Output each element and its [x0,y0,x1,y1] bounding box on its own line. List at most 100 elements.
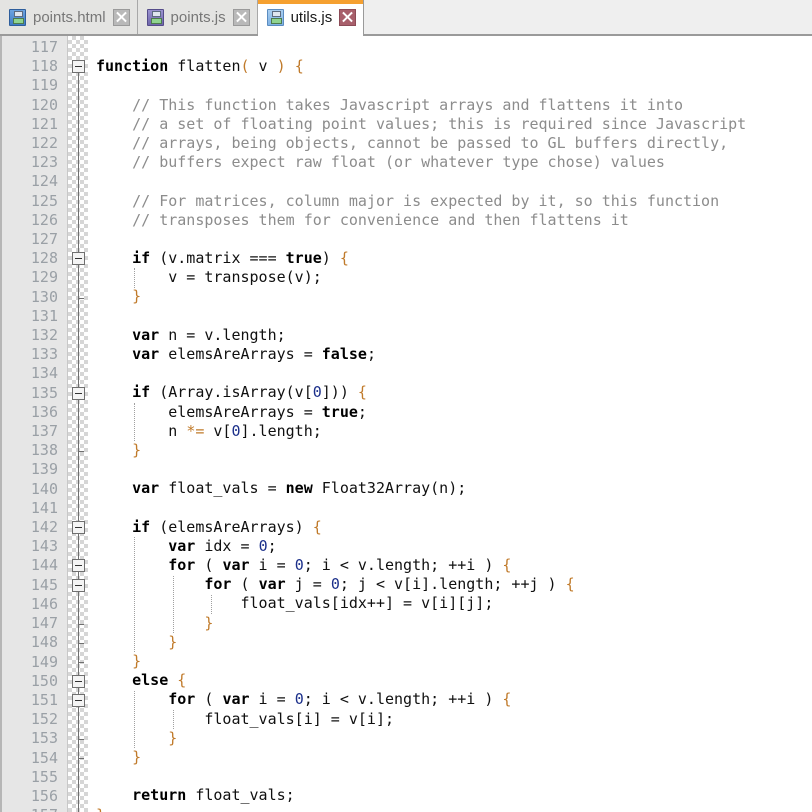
floppy-disk-icon [146,8,164,26]
close-icon[interactable] [112,8,130,26]
code-token: function [96,57,169,76]
code-token: var [132,479,160,498]
fold-end-tick [78,297,84,299]
code-line[interactable]: } [96,729,812,748]
close-icon[interactable] [339,8,357,26]
tab-label: points.js [170,8,226,26]
line-number: 128 [30,249,58,268]
tab-points-html[interactable]: points.html [0,0,138,34]
line-number: 138 [30,441,58,460]
line-number: 143 [30,537,58,556]
code-token: ) [276,57,286,76]
code-line[interactable] [96,38,812,57]
code-line[interactable]: // a set of floating point values; this … [96,115,812,134]
line-number: 145 [30,575,58,594]
code-line[interactable] [96,767,812,786]
code-token: var [132,325,160,344]
code-token: // transposes them for convenience and t… [96,210,629,229]
code-token: for [204,575,232,594]
fold-toggle-icon[interactable] [72,693,85,707]
code-token: // arrays, being objects, cannot be pass… [96,133,729,152]
code-line[interactable]: if (v.matrix === true) { [96,249,812,268]
code-line[interactable] [96,172,812,191]
code-line[interactable]: return float_vals; [96,786,812,805]
code-line[interactable] [96,364,812,383]
code-line[interactable]: } [96,287,812,306]
code-line[interactable] [96,230,812,249]
code-token: *= [186,421,205,440]
code-token: 0 [294,690,304,709]
tab-bar-empty-area [364,0,812,34]
close-icon[interactable] [232,8,250,26]
code-line[interactable]: function flatten( v ) { [96,57,812,76]
fold-toggle-icon[interactable] [72,674,85,688]
code-token: elemsAreArrays = [96,402,322,421]
code-line[interactable]: } [96,748,812,767]
code-line[interactable] [96,307,812,326]
line-number: 149 [30,652,58,671]
code-line[interactable]: if (elemsAreArrays) { [96,518,812,537]
floppy-disk-icon [266,8,284,26]
code-line[interactable] [96,460,812,479]
code-line[interactable]: } [96,806,812,812]
code-line[interactable]: else { [96,671,812,690]
line-number: 118 [30,57,58,76]
line-number: 133 [30,345,58,364]
fold-toggle-icon[interactable] [72,578,85,592]
code-editor[interactable]: 117 118 119 120 121 122 123 124 125 126 127 128 129 1… [0,36,812,812]
fold-toggle-icon[interactable] [72,521,85,534]
fold-end-tick [78,662,84,664]
code-line[interactable]: v = transpose(v); [96,268,812,287]
code-line[interactable]: // buffers expect raw float (or whatever… [96,153,812,172]
code-line[interactable]: for ( var i = 0; i < v.length; ++i ) { [96,556,812,575]
code-line[interactable]: elemsAreArrays = true; [96,403,812,422]
code-line[interactable]: // transposes them for convenience and t… [96,211,812,230]
fold-toggle-icon[interactable] [72,252,85,266]
code-line[interactable]: var float_vals = new Float32Array(n); [96,479,812,498]
line-number: 137 [30,422,58,441]
code-content[interactable]: function flatten( v ) { // This function… [88,36,812,812]
code-token: // a set of floating point values; this … [96,114,747,133]
code-token: v = transpose(v); [96,268,322,287]
line-number: 148 [30,633,58,652]
code-line[interactable]: n *= v[0].length; [96,422,812,441]
code-token: { [357,383,367,402]
code-line[interactable]: var elemsAreArrays = false; [96,345,812,364]
code-line[interactable]: for ( var i = 0; i < v.length; ++i ) { [96,690,812,709]
code-line[interactable]: // This function takes Javascript arrays… [96,96,812,115]
code-line[interactable]: for ( var j = 0; j < v[i].length; ++j ) … [96,575,812,594]
code-token: false [321,345,367,363]
code-line[interactable]: } [96,614,812,633]
code-line[interactable]: // For matrices, column major is expecte… [96,192,812,211]
fold-toggle-icon[interactable] [72,559,85,573]
tab-utils-js[interactable]: utils.js [257,0,365,36]
line-number: 152 [30,710,58,729]
code-token: i = [249,690,295,709]
code-line[interactable]: float_vals[idx++] = v[i][j]; [96,594,812,613]
code-folding-column[interactable] [68,36,88,812]
fold-toggle-icon[interactable] [72,386,85,400]
fold-end-tick [78,624,84,625]
fold-toggle-icon[interactable] [72,60,85,74]
tab-points-js[interactable]: points.js [137,0,258,34]
line-number: 136 [30,402,58,421]
code-line[interactable]: // arrays, being objects, cannot be pass… [96,134,812,153]
code-line[interactable]: var idx = 0; [96,537,812,556]
code-line[interactable]: } [96,652,812,671]
code-token: } [132,287,142,306]
code-line[interactable]: var n = v.length; [96,326,812,345]
code-line[interactable]: float_vals[i] = v[i]; [96,710,812,729]
code-line[interactable]: } [96,441,812,460]
tab-bar: points.html points.js utils.js [0,0,812,36]
code-token: (elemsAreArrays) [150,517,313,536]
code-line[interactable] [96,76,812,95]
code-line[interactable]: } [96,633,812,652]
code-line[interactable] [96,499,812,518]
code-line[interactable]: if (Array.isArray(v[0])) { [96,383,812,402]
code-token: ].length; [240,421,322,440]
